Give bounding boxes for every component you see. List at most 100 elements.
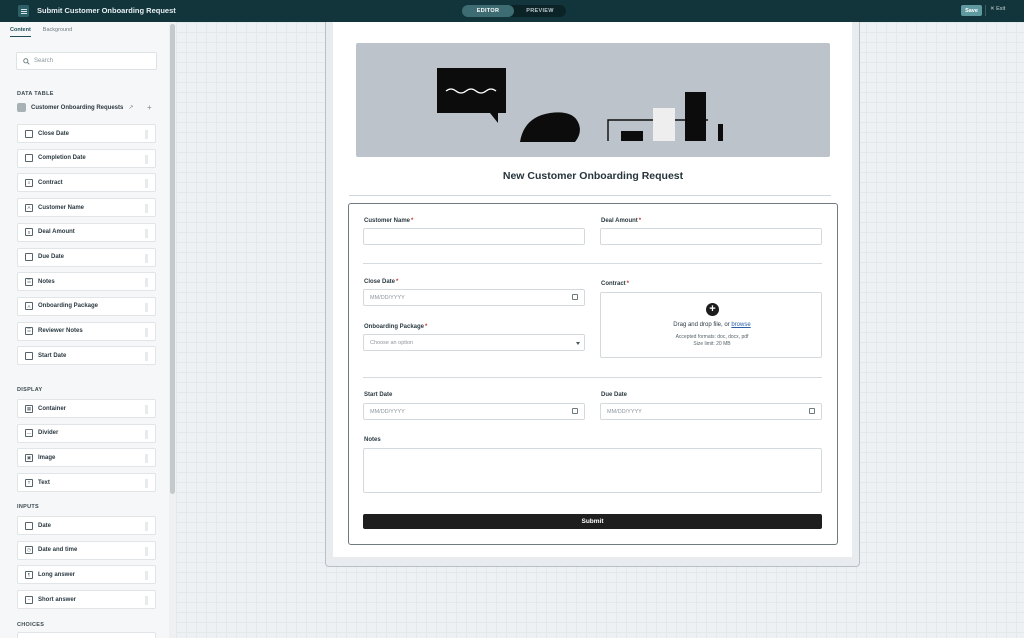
sidebar-item-label: Close Date [38,130,70,137]
sidebar-item-notes[interactable]: ☰ Notes [17,272,156,292]
data-table-link[interactable]: Customer Onboarding Requests ↗ [17,103,133,112]
customer-name-input[interactable] [363,228,585,245]
drag-handle-icon[interactable] [145,479,148,489]
sidebar-item-label: Date and time [38,547,78,554]
drag-handle-icon[interactable] [145,278,148,288]
drag-handle-icon[interactable] [145,130,148,139]
deal-amount-label: Deal Amount* [601,218,642,224]
sidebar-item-divider[interactable]: — Divider [17,423,156,443]
sidebar-item-onboarding-package[interactable]: A Onboarding Package [17,296,156,316]
drag-handle-icon[interactable] [145,454,148,464]
chevron-down-icon [576,342,580,345]
tab-background[interactable]: Background [43,27,72,37]
start-date-label: Start Date [364,392,393,398]
sidebar-item-short-answer[interactable]: – Short answer [17,590,156,610]
drag-handle-icon[interactable] [145,228,148,238]
search-icon [23,57,30,65]
drag-handle-icon[interactable] [145,429,148,439]
calendar-icon [25,521,33,530]
sidebar-item-date[interactable]: Date [17,516,156,535]
illustration [437,68,723,142]
text-field-icon: A [25,203,33,212]
sidebar-item-long-answer[interactable]: ¶ Long answer [17,565,156,585]
search-input[interactable]: Search [16,52,157,70]
drag-handle-icon[interactable] [145,302,148,312]
long-answer-icon: ¶ [25,570,33,579]
top-bar: Submit Customer Onboarding Request EDITO… [0,0,1024,22]
submit-button[interactable]: Submit [363,514,822,529]
drag-handle-icon[interactable] [145,596,148,606]
short-answer-icon: – [25,595,33,604]
header-image[interactable] [356,43,830,157]
close-date-label: Close Date* [364,279,399,285]
add-field-icon[interactable]: + [147,103,152,112]
tab-content[interactable]: Content [10,27,31,37]
sidebar-item-start-date[interactable]: Start Date [17,346,156,366]
drag-handle-icon[interactable] [145,253,148,263]
sidebar-tabs: Content Background [10,27,72,37]
preview-mode-button[interactable]: PREVIEW [514,5,566,17]
drag-handle-icon[interactable] [145,204,148,214]
calendar-icon[interactable] [572,408,578,414]
sidebar-item-label: Divider [38,430,59,437]
display-heading: DISPLAY [17,387,43,393]
drag-handle-icon[interactable] [145,327,148,337]
title-divider [349,195,831,196]
sidebar-item-due-date[interactable]: Due Date [17,247,156,267]
close-date-input[interactable]: MM/DD/YYYY [363,289,585,306]
drag-handle-icon[interactable] [145,546,148,556]
sidebar-item-label: Reviewer Notes [38,328,83,335]
sidebar-item-date-and-time[interactable]: ◷ Date and time [17,540,156,560]
divider-icon: — [25,429,33,438]
drag-handle-icon[interactable] [145,522,148,531]
calendar-icon [25,154,33,163]
exit-label: Exit [996,6,1006,12]
sidebar-item-customer-name[interactable]: A Customer Name [17,198,156,218]
data-table-name: Customer Onboarding Requests [31,104,124,111]
form-container[interactable] [348,203,838,545]
notes-textarea[interactable] [363,448,822,493]
calendar-icon [25,253,33,261]
database-icon [17,103,26,112]
drag-handle-icon[interactable] [145,154,148,164]
sidebar-item-contract[interactable]: ≡ Contract [17,173,156,193]
exit-button[interactable]: ✕ Exit [990,6,1005,12]
upload-plus-icon[interactable]: + [706,303,719,316]
drag-handle-icon[interactable] [145,352,148,362]
deal-amount-input[interactable] [600,228,822,245]
sidebar-item-label: Completion Date [38,155,86,162]
sidebar-item-image[interactable]: ▣ Image [17,448,156,468]
due-date-placeholder: MM/DD/YYYY [607,408,642,415]
form-title: New Customer Onboarding Request [502,170,684,182]
size-limit: Size limit: 20 MB [693,341,731,347]
external-link-icon: ↗ [128,105,134,111]
sidebar-item-label: Date [38,522,52,529]
sidebar-item-label: Short answer [38,596,77,603]
drag-handle-icon[interactable] [145,571,148,581]
upload-instructions: Drag and drop file, or browse [673,322,751,328]
sidebar-item-choice[interactable] [17,632,156,638]
sidebar-item-label: Text [38,479,50,486]
calendar-icon[interactable] [809,408,815,414]
drag-handle-icon[interactable] [145,405,148,414]
data-table-heading: DATA TABLE [17,91,54,97]
sidebar-item-container[interactable]: ▦ Container [17,399,156,418]
sidebar-item-label: Contract [38,179,63,186]
editor-mode-button[interactable]: EDITOR [462,5,514,17]
container-icon: ▦ [25,404,33,413]
due-date-input[interactable]: MM/DD/YYYY [600,403,822,420]
sidebar-item-deal-amount[interactable]: 0 Deal Amount [17,222,156,242]
sidebar-item-text[interactable]: T Text [17,473,156,493]
sidebar-item-reviewer-notes[interactable]: ☰ Reviewer Notes [17,321,156,341]
sidebar-item-completion-date[interactable]: Completion Date [17,148,156,168]
onboarding-package-select[interactable]: Choose an option [363,334,585,351]
save-button[interactable]: Save [961,5,982,16]
calendar-icon[interactable] [572,294,578,300]
drag-handle-icon[interactable] [145,179,148,189]
start-date-input[interactable]: MM/DD/YYYY [363,403,585,420]
sidebar-scrollbar[interactable] [170,24,175,494]
page-title: Submit Customer Onboarding Request [37,6,176,15]
contract-upload-dropzone[interactable]: + Drag and drop file, or browse Accepted… [600,292,822,358]
browse-link[interactable]: browse [731,322,750,328]
sidebar-item-close-date[interactable]: Close Date [17,124,156,143]
